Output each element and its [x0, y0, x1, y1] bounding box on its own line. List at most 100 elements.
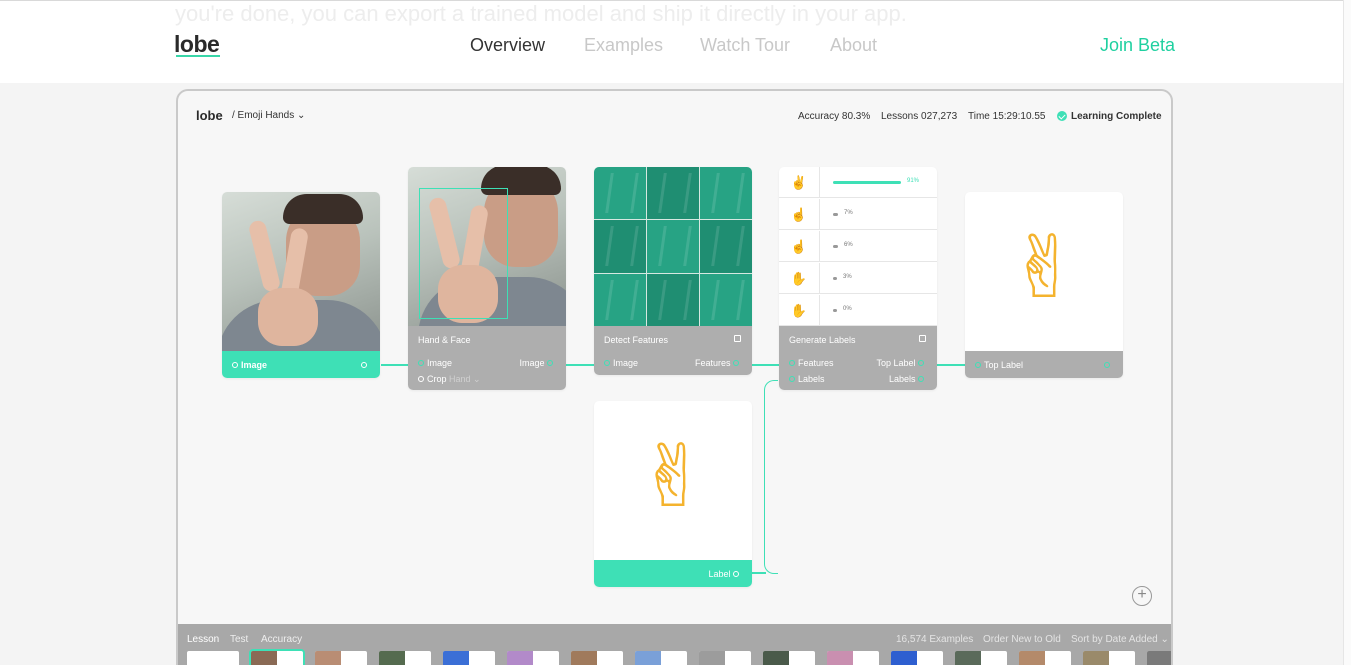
top-label-node[interactable]: ✌ Top Label	[965, 192, 1123, 378]
example-thumbnail[interactable]	[891, 651, 943, 665]
tab-accuracy[interactable]: Accuracy	[261, 634, 302, 645]
wire-generate-to-toplabel	[937, 364, 965, 366]
tab-lesson[interactable]: Lesson	[187, 634, 219, 645]
project-selector[interactable]: / Emoji Hands ⌄	[232, 110, 305, 121]
example-thumbnail[interactable]	[635, 651, 687, 665]
label-row: ✋ 3%	[779, 263, 937, 294]
peace-hand-emoji-icon: ✌	[636, 427, 710, 527]
probability-bar	[833, 277, 837, 280]
lessons-stat: Lessons 027,273	[881, 111, 958, 122]
feature-grid	[594, 167, 752, 326]
ok-hand-icon: ☝	[779, 231, 820, 262]
detect-features-output[interactable]: Features	[695, 358, 742, 368]
generate-labels-footer: Generate Labels Features Top Label Label…	[779, 326, 937, 390]
expand-icon[interactable]	[734, 335, 741, 342]
site-logo[interactable]: lobe	[174, 31, 220, 58]
example-thumbnail[interactable]	[763, 651, 815, 665]
scrolled-text-behind-header: you're done, you can export a trained mo…	[175, 1, 907, 26]
hand-face-node[interactable]: Hand & Face Image Image Crop Hand ⌄	[408, 167, 566, 390]
image-node-footer: Image	[222, 351, 380, 378]
image-node[interactable]: Image	[222, 192, 380, 378]
detect-features-title: Detect Features	[604, 335, 669, 345]
hand-face-image-input[interactable]: Image	[418, 358, 452, 368]
detect-image-input[interactable]: Image	[604, 358, 638, 368]
probability-bar	[833, 309, 837, 312]
zoom-in-icon[interactable]: +	[1132, 586, 1152, 606]
example-thumbnail[interactable]	[1019, 651, 1071, 665]
detect-features-footer: Detect Features Image Features	[594, 326, 752, 375]
label-row: ☝ 7%	[779, 199, 937, 230]
generate-labels-node[interactable]: ✌ 91% ☝ 7% ☝ 6% ✋ 3% ✋ 0% Generate Labels Feature…	[779, 167, 937, 390]
wire-label-to-generate	[764, 380, 778, 574]
example-thumbnail[interactable]	[507, 651, 559, 665]
sort-dropdown[interactable]: Sort by Date Added ⌄	[1071, 634, 1169, 645]
open-hand-icon: ✋	[779, 263, 820, 294]
wire-image-to-handface	[381, 364, 408, 366]
lesson-bar: Lesson Test Accuracy 16,574 Examples Ord…	[178, 624, 1171, 665]
generate-labels-title: Generate Labels	[789, 335, 856, 345]
detect-features-node[interactable]: Detect Features Image Features	[594, 167, 752, 375]
generate-labels-output[interactable]: Labels	[889, 374, 927, 384]
example-thumbnail[interactable]	[443, 651, 495, 665]
nav-examples[interactable]: Examples	[584, 35, 663, 56]
stop-hand-icon: ✋	[779, 295, 820, 326]
input-photo	[222, 192, 380, 351]
site-header: you're done, you can export a trained mo…	[0, 0, 1351, 83]
probability-bar	[833, 213, 838, 216]
examples-count: 16,574 Examples	[896, 634, 974, 645]
top-label-footer: Top Label	[965, 351, 1123, 378]
label-output-port[interactable]: Label	[708, 569, 742, 579]
crop-selector[interactable]: Crop Hand ⌄	[418, 374, 481, 385]
image-output-connector[interactable]	[361, 360, 370, 370]
generate-top-label-output[interactable]: Top Label	[876, 358, 927, 368]
rock-hand-icon: ☝	[779, 199, 820, 230]
image-output-port[interactable]: Image	[232, 360, 267, 370]
check-circle-icon	[1057, 111, 1067, 121]
label-row: ✋ 0%	[779, 295, 937, 326]
top-label-connector[interactable]	[1104, 360, 1113, 370]
example-thumbnail[interactable]	[187, 651, 239, 665]
example-thumbnail[interactable]	[955, 651, 1007, 665]
expand-icon[interactable]	[919, 335, 926, 342]
probability-value: 7%	[844, 210, 853, 216]
learning-status: Learning Complete	[1071, 111, 1162, 122]
logo-underline	[176, 55, 220, 57]
tab-test[interactable]: Test	[230, 634, 248, 645]
example-thumbnail[interactable]	[251, 651, 303, 665]
probability-bar	[833, 181, 901, 184]
example-thumbnail[interactable]	[827, 651, 879, 665]
hand-face-image-output[interactable]: Image	[519, 358, 556, 368]
example-thumbnail[interactable]	[315, 651, 367, 665]
join-beta-link[interactable]: Join Beta	[1100, 35, 1175, 56]
peace-hand-icon: ✌	[779, 167, 820, 198]
nav-watch-tour[interactable]: Watch Tour	[700, 35, 790, 56]
label-node-footer: Label	[594, 560, 752, 587]
probability-value: 6%	[844, 242, 853, 248]
nav-about[interactable]: About	[830, 35, 877, 56]
example-thumbnail[interactable]	[699, 651, 751, 665]
label-row: ✌ 91%	[779, 167, 937, 198]
hand-face-footer: Hand & Face Image Image Crop Hand ⌄	[408, 326, 566, 390]
app-window: lobe / Emoji Hands ⌄ Accuracy 80.3% Less…	[176, 89, 1173, 665]
cropped-photo	[408, 167, 566, 326]
wire-handface-to-detect	[566, 364, 594, 366]
time-stat: Time 15:29:10.55	[968, 111, 1046, 122]
label-node[interactable]: ✌ Label	[594, 401, 752, 587]
hand-bounding-box	[419, 188, 508, 319]
generate-labels-input[interactable]: Labels	[789, 374, 825, 384]
wire-detect-to-generate	[752, 364, 779, 366]
app-logo[interactable]: lobe	[196, 108, 223, 123]
probability-bar	[833, 245, 838, 248]
wire-label-stub	[752, 572, 766, 574]
example-thumbnail[interactable]	[1083, 651, 1135, 665]
example-thumbnail[interactable]	[571, 651, 623, 665]
example-thumbnail[interactable]	[379, 651, 431, 665]
order-toggle[interactable]: Order New to Old	[983, 634, 1061, 645]
nav-overview[interactable]: Overview	[470, 35, 545, 56]
generate-features-input[interactable]: Features	[789, 358, 834, 368]
probability-value: 91%	[907, 178, 920, 184]
accuracy-stat: Accuracy 80.3%	[798, 111, 871, 122]
top-label-input[interactable]: Top Label	[975, 360, 1023, 370]
page-scrollbar[interactable]	[1343, 0, 1351, 665]
example-thumbnail[interactable]	[1147, 651, 1171, 665]
